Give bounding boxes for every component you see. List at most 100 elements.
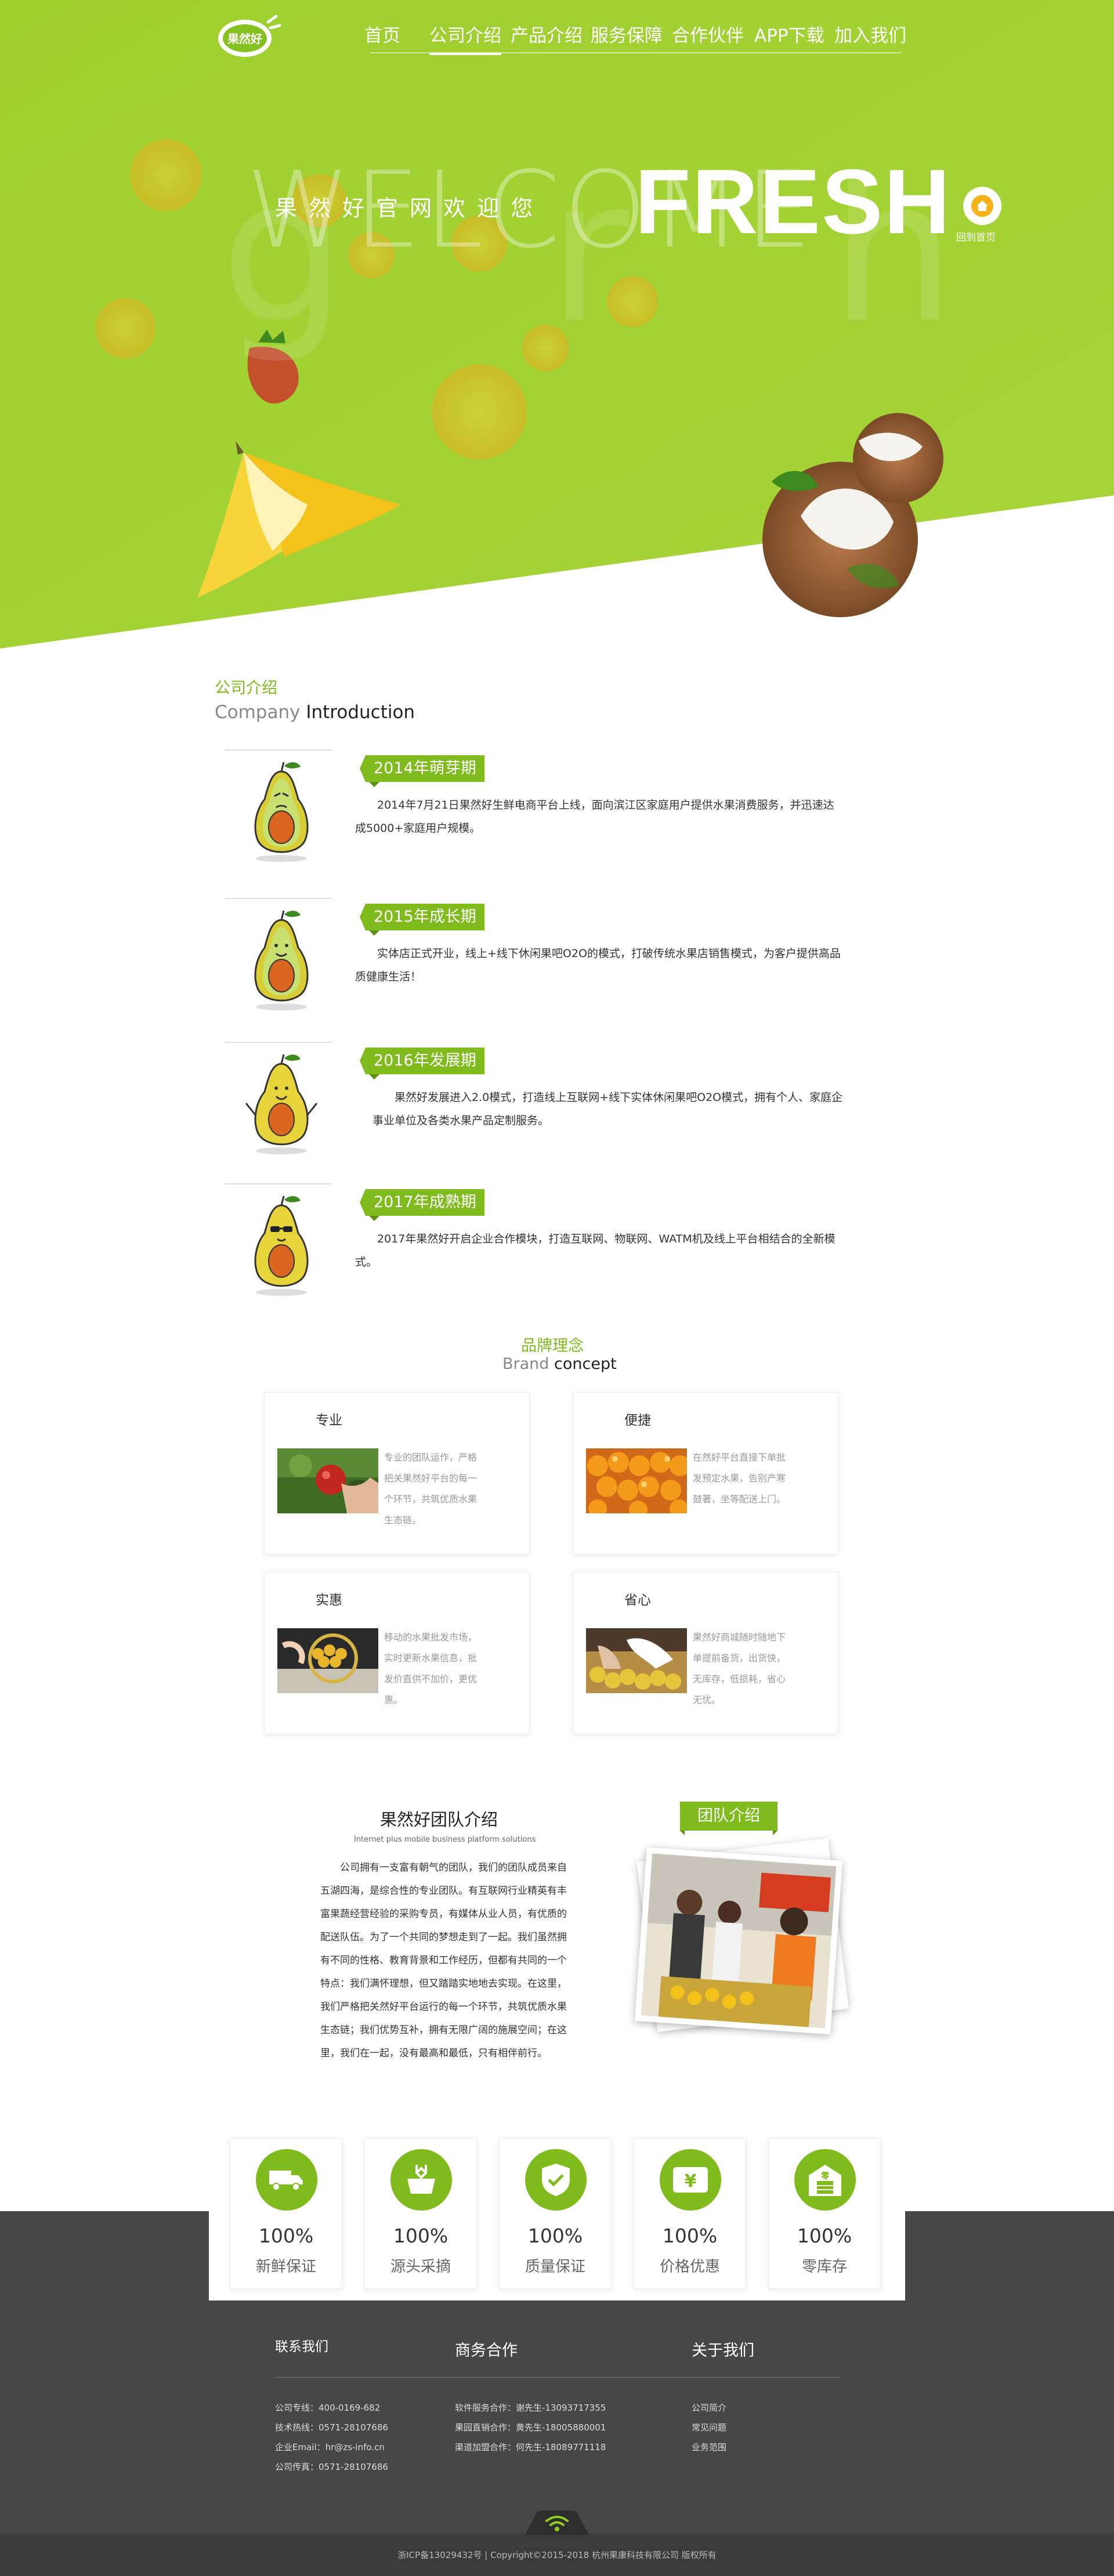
pear-sad-icon xyxy=(254,762,309,862)
footer-contact-item[interactable]: 企业Email：hr@zs-info.cn xyxy=(275,2441,385,2453)
footer-about-title: 关于我们 xyxy=(692,2342,754,2360)
feature-value: 100% xyxy=(527,2224,583,2247)
basket-icon xyxy=(390,2149,452,2211)
feature-label: 质量保证 xyxy=(525,2258,585,2276)
timeline-tag: 2014年萌芽期 xyxy=(360,755,484,787)
brand-card-text: 果然好商城随时随地下单提前备货，出货快，无库存，低损耗，省心无忧。 xyxy=(693,1632,786,1705)
nav-item-home[interactable]: 首页 xyxy=(364,21,400,47)
back-home-label: 回到首页 xyxy=(956,232,996,244)
footer-divider xyxy=(276,2377,840,2378)
timeline-text: 2014年7月21日果然好生鲜电商平台上线，面向滨江区家庭用户提供水果消费服务，… xyxy=(355,799,834,835)
brand-card: 便捷 在然好平台直接下单批发预定水果，告别产寒鼓著，坐等配送上门。 xyxy=(573,1392,838,1555)
pear-waving-icon xyxy=(245,1054,318,1154)
logo-text: 果然好 xyxy=(227,32,262,46)
timeline-item: 2014年萌芽期 2014年7月21日果然好生鲜电商平台上线，面向滨江区家庭用户… xyxy=(220,749,847,865)
footer-about-link[interactable]: 业务范围 xyxy=(692,2441,726,2453)
feature-value: 100% xyxy=(797,2224,852,2247)
timeline-tag: 2015年成长期 xyxy=(360,904,484,936)
timeline-item: 2016年发展期 果然好发展进入2.0模式，打造线上互联网+线下实体休闲果吧O2… xyxy=(220,1042,847,1158)
nav-item-join[interactable]: 加入我们 xyxy=(834,21,906,47)
footer-contact-item: 技术热线：0571-28107686 xyxy=(275,2422,388,2433)
fruit-scale-photo xyxy=(277,1628,378,1693)
team-tag: 团队介绍 xyxy=(680,1802,777,1835)
footer-about-link[interactable]: 公司简介 xyxy=(692,2401,726,2414)
brand-card-text: 在然好平台直接下单批发预定水果，告别产寒鼓著，坐等配送上门。 xyxy=(693,1452,786,1505)
svg-text:零: 零 xyxy=(820,2171,830,2181)
footer-business-title: 商务合作 xyxy=(455,2342,518,2360)
nav-item-app[interactable]: APP下载 xyxy=(754,21,824,47)
pear-happy-icon xyxy=(254,910,309,1010)
timeline-divider xyxy=(225,898,332,899)
timeline-divider xyxy=(225,1042,332,1043)
team-photo-frame xyxy=(634,1847,843,2035)
team-description: 公司拥有一支富有朝气的团队，我们的团队成员来自五湖四海，是综合性的专业团队。有互… xyxy=(320,1862,567,2059)
company-title-en-light: Company xyxy=(215,702,306,723)
timeline-text: 2017年果然好开启企业合作模块，打造互联网、物联网、WATM机及线上平台相结合… xyxy=(355,1233,836,1269)
brand-card: 省心 果然好商城随时随地下单提前备货，出货快，无库存，低损耗，省心无忧。 xyxy=(573,1572,838,1734)
footer-contact-item: 公司专线：400-0169-682 xyxy=(275,2403,381,2413)
feature-value: 100% xyxy=(258,2224,314,2247)
hero-banner: 果然好 首页 公司介绍 产品介绍 服务保障 合作伙伴 APP下载 加入我们 g … xyxy=(0,0,1114,655)
brand-card-text: 移动的水果批发市场，实时更新水果信息，批发价直供不加价，更优惠。 xyxy=(384,1632,478,1705)
brand-logo[interactable]: 果然好 xyxy=(212,10,282,59)
footer-business-item: 软件服务合作：谢先生-13093717355 xyxy=(455,2403,606,2413)
timeline-divider xyxy=(225,1183,332,1184)
warehouse-icon: 零 xyxy=(794,2149,856,2211)
team-photo xyxy=(641,1853,837,2028)
company-title-en: Company Introduction xyxy=(215,702,415,723)
wifi-icon xyxy=(525,2510,589,2535)
logo-icon: 果然好 xyxy=(218,15,281,57)
brand-card-title: 省心 xyxy=(624,1593,651,1608)
apple-picking-photo xyxy=(277,1448,378,1513)
footer-about-link[interactable]: 常见问题 xyxy=(692,2421,726,2433)
feature-card: 100% 新鲜保证 xyxy=(230,2138,342,2289)
timeline-tag: 2017年成熟期 xyxy=(360,1189,484,1221)
feature-value: 100% xyxy=(662,2224,718,2247)
back-home-button[interactable] xyxy=(963,187,1001,225)
brand-card-title: 实惠 xyxy=(316,1593,342,1608)
footer-contact-title: 联系我们 xyxy=(275,2339,328,2354)
brand-card: 专业 专业的团队运作，严格把关果然好平台的每一个环节，共筑优质水果生态链。 xyxy=(264,1392,530,1555)
company-title-en-dark: Introduction xyxy=(306,702,415,723)
feature-label: 源头采摘 xyxy=(390,2258,451,2276)
brand-card-title: 专业 xyxy=(316,1413,342,1428)
timeline-item: 2017年成熟期 2017年果然好开启企业合作模块，打造互联网、物联网、WATM… xyxy=(220,1183,847,1299)
main-nav: 首页 公司介绍 产品介绍 服务保障 合作伙伴 APP下载 加入我们 xyxy=(360,21,906,56)
timeline-text: 实体店正式开业，线上+线下休闲果吧O2O的模式，打破传统水果店销售模式，为客户提… xyxy=(355,947,841,983)
feature-card: 100% 源头采摘 xyxy=(364,2138,477,2289)
yen-icon: ¥ xyxy=(660,2149,721,2211)
timeline-divider xyxy=(225,749,332,751)
svg-text:¥: ¥ xyxy=(685,2171,697,2191)
feature-value: 100% xyxy=(393,2224,449,2247)
brand-title-en-dark: concept xyxy=(554,1355,617,1373)
oranges-photo xyxy=(586,1448,687,1513)
footer-copyright: 浙ICP备13029432号 | Copyright©2015-2018 杭州果… xyxy=(397,2550,717,2560)
team-subtitle: Internet plus mobile business platform s… xyxy=(354,1835,536,1844)
nav-item-partners[interactable]: 合作伙伴 xyxy=(672,21,744,47)
nav-item-service[interactable]: 服务保障 xyxy=(591,21,663,47)
nav-item-products[interactable]: 产品介绍 xyxy=(511,21,583,47)
home-icon xyxy=(971,195,993,217)
feature-card: 零 100% 零库存 xyxy=(768,2138,881,2289)
brand-card-title: 便捷 xyxy=(624,1413,651,1428)
timeline-tag: 2016年发展期 xyxy=(360,1048,484,1079)
truck-icon xyxy=(256,2149,317,2211)
timeline-item: 2015年成长期 实体店正式开业，线上+线下休闲果吧O2O的模式，打破传统水果店… xyxy=(220,898,847,1014)
brand-title-cn: 品牌理念 xyxy=(521,1337,584,1355)
footer-business-item: 渠道加盟合作：何先生-18089771118 xyxy=(455,2442,606,2452)
footer-contact-item: 公司传真：0571-28107686 xyxy=(275,2462,388,2472)
brand-title-en: Brand concept xyxy=(502,1355,617,1373)
team-title: 果然好团队介绍 xyxy=(380,1810,498,1829)
shield-check-icon xyxy=(525,2149,587,2211)
feature-label: 零库存 xyxy=(801,2258,847,2276)
feature-card: 100% 质量保证 xyxy=(499,2138,612,2289)
feature-card: ¥ 100% 价格优惠 xyxy=(634,2138,746,2289)
footer-business-item: 果园直销合作：黄先生-18005880001 xyxy=(455,2422,606,2433)
brand-title-en-light: Brand xyxy=(502,1355,555,1373)
hero-fresh-text: FRESH xyxy=(635,151,952,253)
nav-item-company[interactable]: 公司介绍 xyxy=(429,21,501,55)
hero-title-cn: 果然好官网欢迎您 xyxy=(275,195,545,221)
feature-label: 价格优惠 xyxy=(659,2258,720,2276)
company-title-cn: 公司介绍 xyxy=(215,679,277,697)
pear-sunglasses-icon xyxy=(254,1195,309,1296)
